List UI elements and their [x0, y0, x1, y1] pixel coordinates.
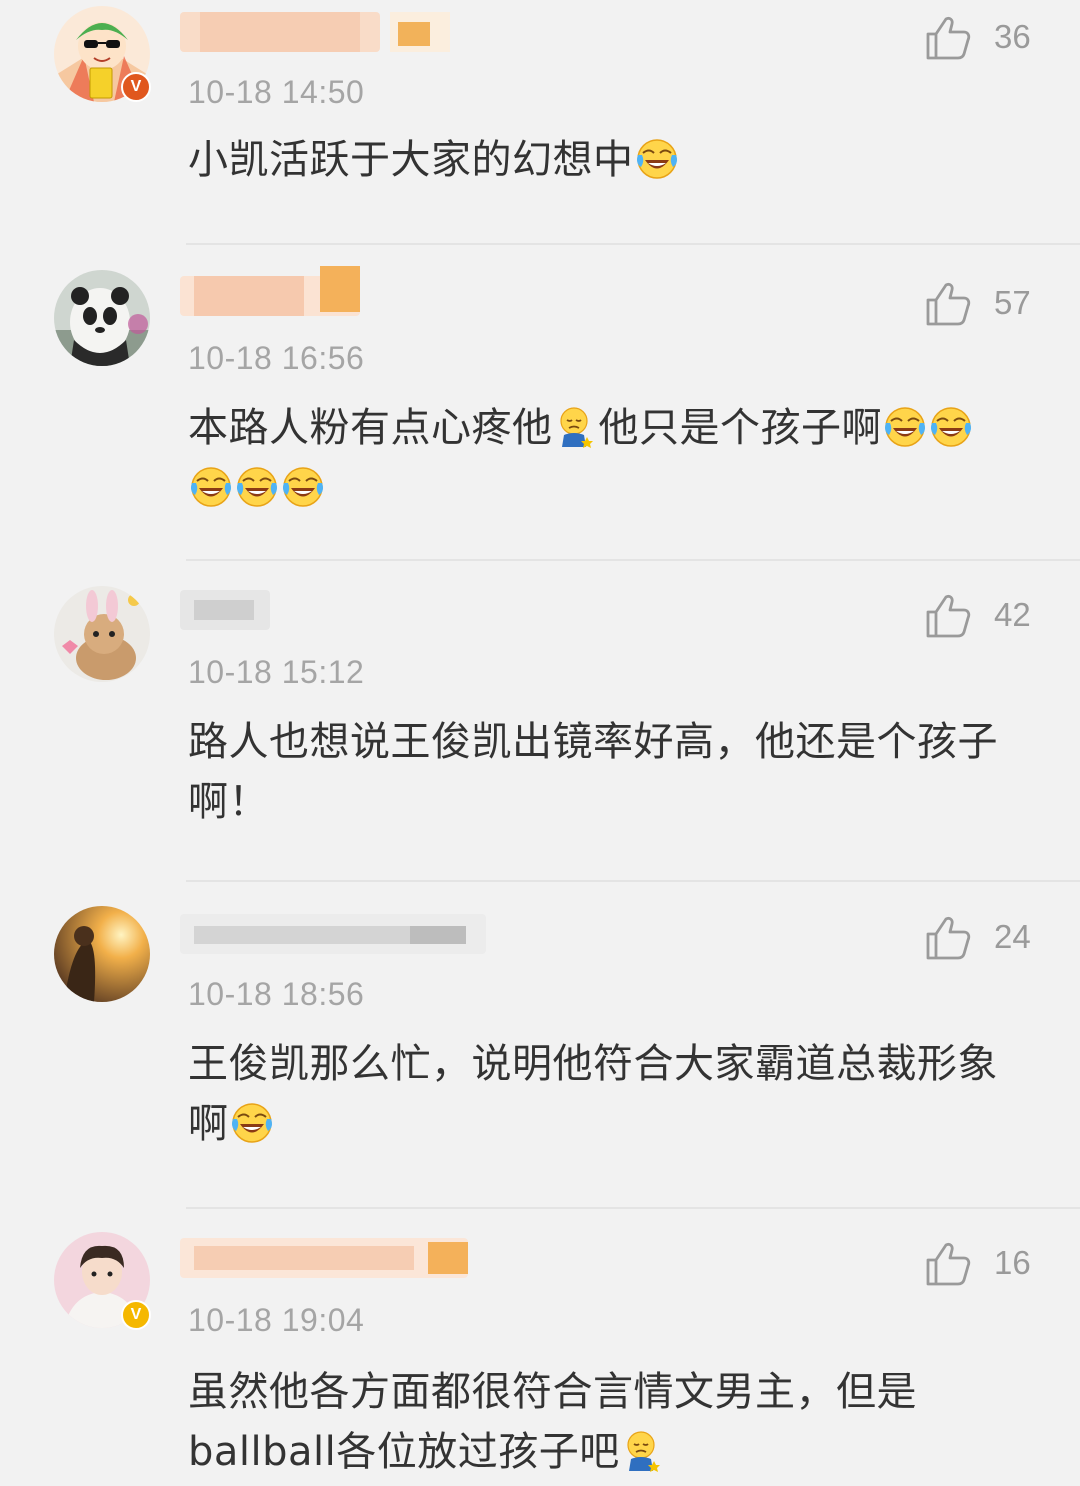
comment-text: 本路人粉有点心疼他 他只是个孩子啊	[188, 398, 1048, 518]
verified-badge: V	[121, 1300, 151, 1330]
like-count: 57	[994, 284, 1031, 321]
divider	[186, 880, 1080, 882]
comment-text: 路人也想说王俊凯出镜率好高，他还是个孩子啊！	[188, 712, 1038, 832]
comment-time: 10-18 15:12	[188, 654, 365, 690]
username-blurred[interactable]	[180, 12, 450, 52]
sad-emoji	[554, 405, 598, 449]
laugh-cry-emoji	[235, 465, 279, 509]
comment-time: 10-18 18:56	[188, 976, 365, 1012]
divider	[186, 243, 1080, 245]
like-button[interactable]: 36	[922, 14, 1042, 64]
comment-text: 虽然他各方面都很符合言情文男主，但是ballball各位放过孩子吧	[188, 1362, 978, 1482]
laugh-cry-emoji	[281, 465, 325, 509]
like-button[interactable]: 16	[922, 1240, 1042, 1290]
laugh-cry-emoji	[635, 137, 679, 181]
thumbs-up-icon	[922, 914, 972, 964]
username-blurred[interactable]	[180, 590, 270, 630]
like-button[interactable]: 57	[922, 280, 1042, 330]
divider	[186, 1207, 1080, 1209]
thumbs-up-icon	[922, 14, 972, 64]
comment-text-content: 他只是个孩子啊	[598, 405, 882, 451]
comment-text-content: 本路人粉有点心疼他	[188, 405, 553, 451]
thumbs-up-icon	[922, 1240, 972, 1290]
comment-text-content: 虽然他各方面都很符合言情文男主，但是ballball各位放过孩子吧	[188, 1369, 917, 1475]
avatar[interactable]	[54, 270, 150, 366]
thumbs-up-icon	[922, 592, 972, 642]
comment-text-content: 王俊凯那么忙，说明他符合大家霸道总裁形象啊	[188, 1041, 998, 1147]
like-count: 24	[994, 918, 1031, 955]
username-blurred[interactable]	[180, 1238, 468, 1278]
comment-time: 10-18 14:50	[188, 74, 365, 110]
sad-emoji	[621, 1429, 665, 1473]
laugh-cry-emoji	[230, 1101, 274, 1145]
like-button[interactable]: 42	[922, 592, 1042, 642]
like-count: 16	[994, 1244, 1031, 1281]
laugh-cry-emoji	[189, 465, 233, 509]
username-blurred[interactable]	[180, 266, 360, 316]
comment-text: 王俊凯那么忙，说明他符合大家霸道总裁形象啊	[188, 1034, 1038, 1154]
comment-text: 小凯活跃于大家的幻想中	[188, 130, 1048, 190]
verified-badge: V	[121, 72, 151, 102]
comment-text-content: 路人也想说王俊凯出镜率好高，他还是个孩子啊！	[188, 719, 998, 825]
comment-time: 10-18 19:04	[188, 1302, 365, 1338]
divider	[186, 559, 1080, 561]
thumbs-up-icon	[922, 280, 972, 330]
avatar[interactable]	[54, 586, 150, 682]
username-blurred[interactable]	[180, 914, 486, 954]
laugh-cry-emoji	[883, 405, 927, 449]
comment-text-content: 小凯活跃于大家的幻想中	[188, 137, 634, 183]
like-button[interactable]: 24	[922, 914, 1042, 964]
laugh-cry-emoji	[929, 405, 973, 449]
comment-time: 10-18 16:56	[188, 340, 365, 376]
like-count: 42	[994, 596, 1031, 633]
like-count: 36	[994, 18, 1031, 55]
avatar[interactable]	[54, 906, 150, 1002]
